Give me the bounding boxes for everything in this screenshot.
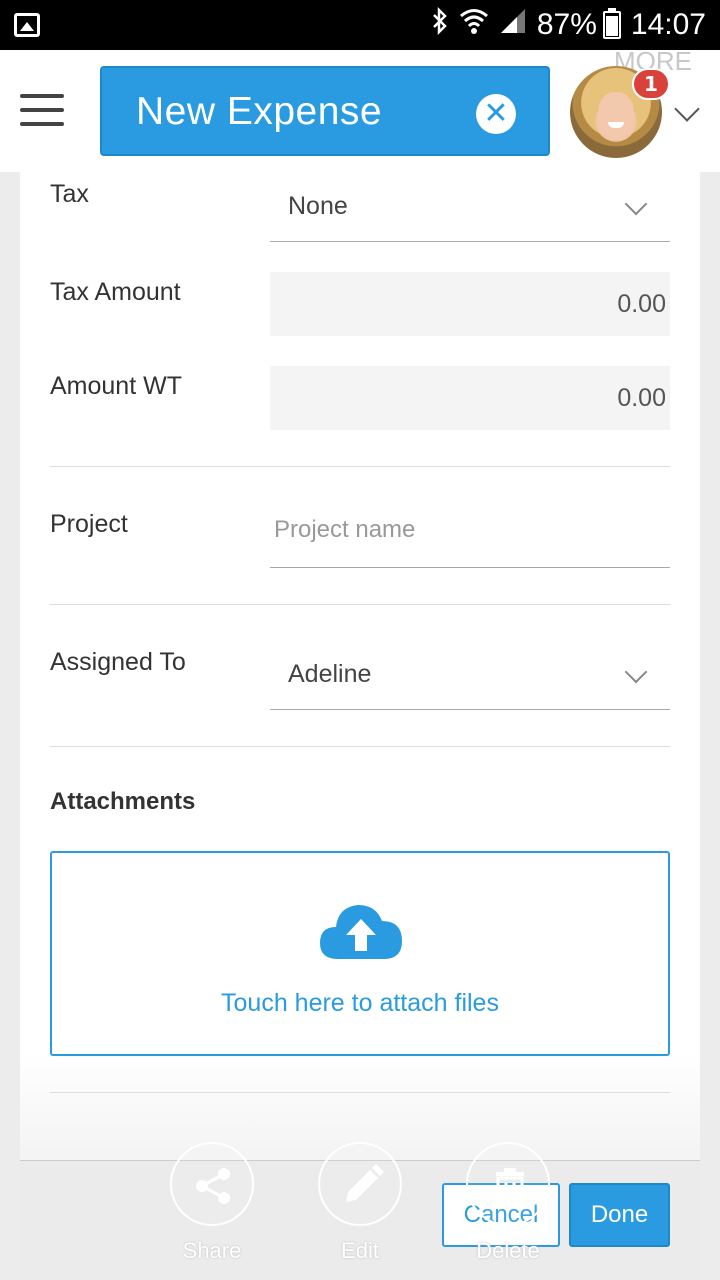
delete-label: Delete [476,1238,540,1263]
delete-button[interactable] [466,1142,550,1226]
battery-icon [602,8,621,39]
edit-label: Edit [341,1238,379,1263]
gallery-icon [14,13,40,37]
share-button[interactable] [170,1142,254,1226]
back-arrow-icon[interactable]: ← [30,50,66,72]
bluetooth-icon [431,6,449,43]
tax-value: None [288,192,348,220]
chevron-down-icon [624,192,648,216]
page-title: New Expense [136,90,383,133]
divider [50,1092,670,1093]
project-label: Project [50,510,128,538]
notification-badge: 1 [632,68,670,100]
signal-icon [499,7,527,43]
cloud-upload-icon [320,905,402,959]
project-field[interactable] [270,498,670,568]
attachments-title: Attachments [50,788,196,815]
chevron-down-icon [624,660,648,684]
battery-percent: 87% [536,8,597,41]
divider [50,466,670,467]
expense-form: Tax None Tax Amount 0.00 Amount WT 0.00 … [20,172,700,1172]
menu-icon[interactable] [20,94,64,128]
tax-amount-field[interactable]: 0.00 [270,272,670,336]
amount-wt-field[interactable]: 0.00 [270,366,670,430]
project-input[interactable] [274,512,654,548]
done-button[interactable]: Done [569,1183,670,1247]
assigned-to-value: Adeline [288,660,372,688]
divider [50,746,670,747]
wifi-icon [459,7,489,43]
tax-amount-label: Tax Amount [50,278,181,306]
close-icon[interactable]: ✕ [476,94,516,134]
edit-button[interactable] [318,1142,402,1226]
chevron-down-icon[interactable] [674,96,700,122]
assigned-to-select[interactable]: Adeline [270,640,670,710]
status-icons: 87% 14:07 [431,0,706,50]
tax-amount-value: 0.00 [617,290,666,318]
trash-icon [496,1168,524,1206]
amount-wt-value: 0.00 [617,384,666,412]
app-header: ← New Expense ✕ MORE 1 [0,46,720,172]
amount-wt-label: Amount WT [50,372,182,400]
assigned-to-label: Assigned To [50,648,186,676]
attach-files-area[interactable]: Touch here to attach files [50,851,670,1056]
attach-prompt: Touch here to attach files [221,989,499,1017]
pencil-icon [346,1164,384,1202]
share-icon [196,1168,230,1204]
divider [50,604,670,605]
title-bar: New Expense ✕ [100,66,550,156]
tax-select[interactable]: None [270,172,670,242]
status-bar: 87% 14:07 [0,0,720,50]
tax-label: Tax [50,180,89,208]
app-screen: 87% 14:07 ← New Expense ✕ MORE 1 Tax Non… [0,0,720,1280]
clock-time: 14:07 [630,8,706,41]
share-label: Share [182,1238,242,1263]
